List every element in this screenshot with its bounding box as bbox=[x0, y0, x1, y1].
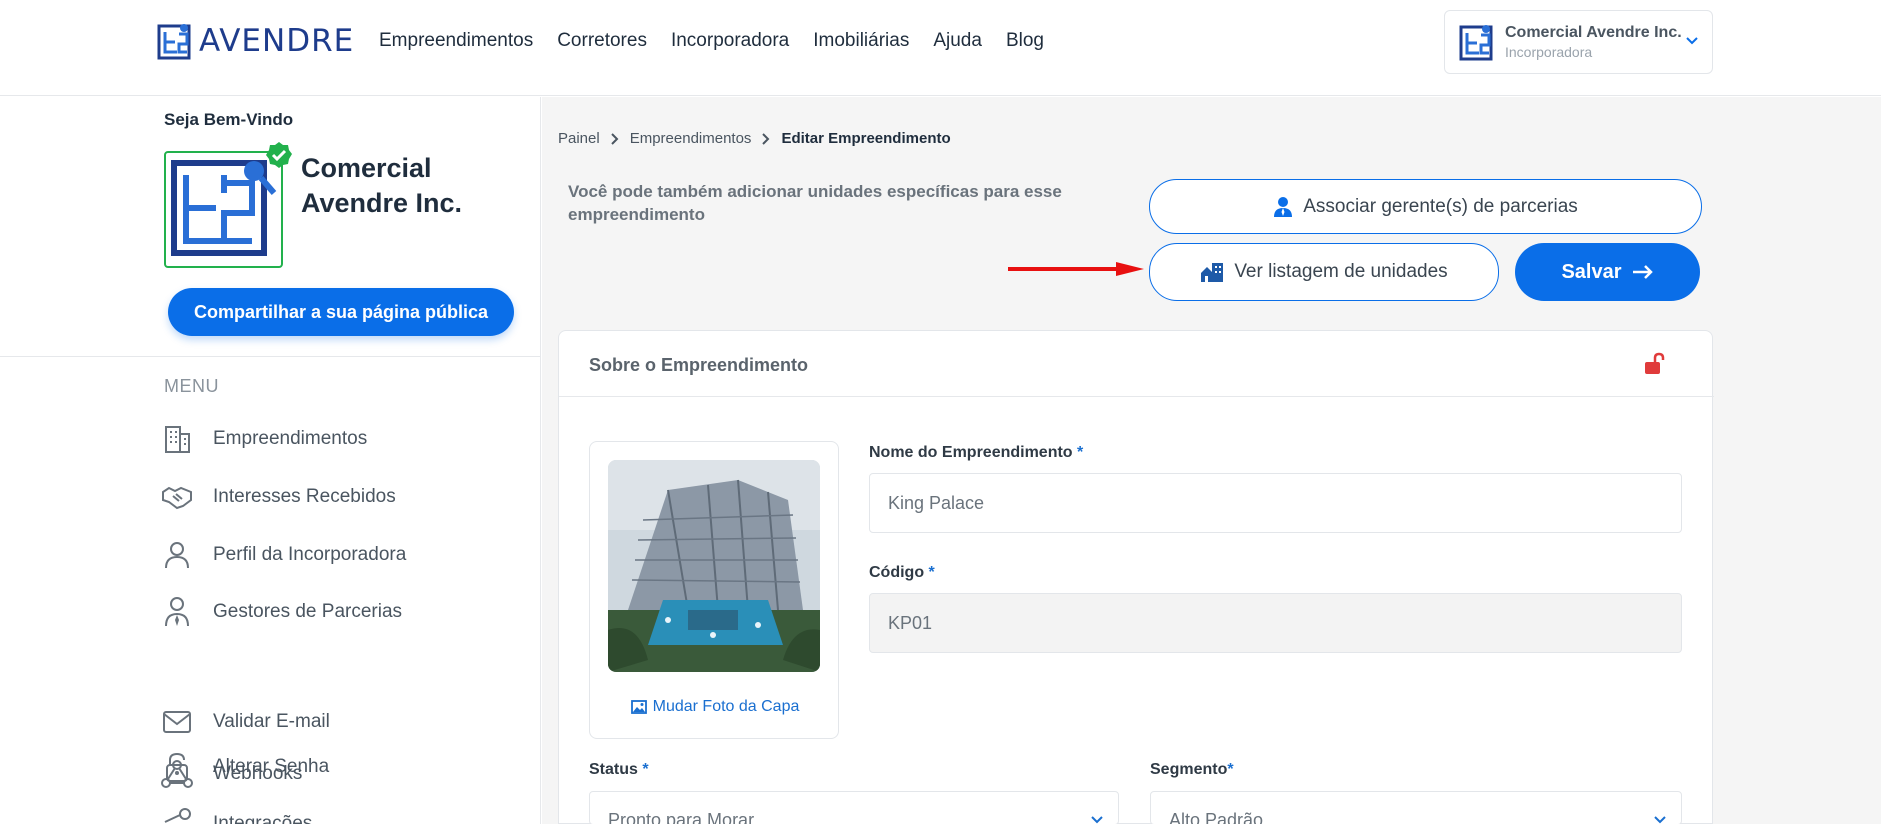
sidebar-item-empreendimentos[interactable]: Empreendimentos bbox=[160, 421, 367, 457]
unlock-icon[interactable] bbox=[1643, 352, 1667, 376]
building-photo-icon bbox=[608, 460, 820, 672]
building-house-icon bbox=[1200, 261, 1224, 283]
sidebar-item-label: Perfil da Incorporadora bbox=[213, 544, 407, 565]
breadcrumb-current: Editar Empreendimento bbox=[781, 130, 951, 147]
change-cover-photo-label: Mudar Foto da Capa bbox=[652, 698, 800, 715]
chevron-down-icon bbox=[1654, 816, 1666, 824]
sidebar-item-label: Validar E-mail bbox=[213, 711, 330, 732]
sidebar-divider bbox=[0, 356, 541, 357]
handshake-icon bbox=[160, 480, 194, 514]
building-icon bbox=[160, 422, 194, 456]
chevron-down-icon[interactable] bbox=[1684, 33, 1700, 49]
card-title: Sobre o Empreendimento bbox=[589, 355, 809, 375]
nav-corretores[interactable]: Corretores bbox=[557, 30, 647, 52]
status-select[interactable]: Pronto para Morar bbox=[589, 791, 1119, 824]
status-label-text: Status bbox=[589, 761, 638, 778]
account-switcher[interactable]: Comercial Avendre Inc. Incorporadora bbox=[1444, 10, 1713, 74]
account-name: Comercial Avendre Inc. bbox=[1505, 24, 1682, 41]
company-avatar-icon bbox=[1459, 25, 1493, 61]
envelope-icon bbox=[160, 705, 194, 739]
company-name: Comercial Avendre Inc. bbox=[301, 153, 463, 218]
account-role: Incorporadora bbox=[1505, 44, 1593, 60]
integration-icon bbox=[160, 806, 194, 824]
menu-title: MENU bbox=[164, 376, 219, 396]
sidebar-item-label: Empreendimentos bbox=[213, 428, 368, 449]
list-units-label: Ver listagem de unidades bbox=[1234, 261, 1448, 282]
segment-value: Alto Padrão bbox=[1169, 810, 1264, 824]
name-label-text: Nome do Empreendimento bbox=[869, 444, 1073, 461]
chevron-right-icon bbox=[762, 132, 770, 145]
sidebar-item-label: Gestores de Parcerias bbox=[213, 601, 403, 622]
segment-select[interactable]: Alto Padrão bbox=[1150, 791, 1682, 824]
webhook-icon bbox=[160, 757, 194, 791]
annotation-arrow-icon bbox=[1008, 262, 1144, 276]
required-mark: * bbox=[642, 761, 649, 778]
nav-blog[interactable]: Blog bbox=[1006, 30, 1044, 52]
arrow-right-icon bbox=[1632, 264, 1654, 280]
chevron-right-icon bbox=[610, 132, 619, 145]
required-mark: * bbox=[1077, 444, 1084, 461]
cover-photo-box: Mudar Foto da Capa bbox=[589, 441, 839, 739]
code-input[interactable]: KP01 bbox=[869, 593, 1682, 653]
code-field-label: Código * bbox=[869, 564, 935, 582]
change-cover-photo-link[interactable]: Mudar Foto da Capa bbox=[590, 698, 840, 716]
nav-empreendimentos[interactable]: Empreendimentos bbox=[379, 30, 533, 52]
sidebar-item-label: Interesses Recebidos bbox=[213, 486, 396, 507]
code-label-text: Código bbox=[869, 564, 925, 581]
chevron-down-icon bbox=[1091, 816, 1103, 824]
breadcrumb-empreendimentos[interactable]: Empreendimentos bbox=[630, 130, 752, 147]
image-icon bbox=[630, 700, 647, 714]
verified-badge-icon bbox=[266, 142, 292, 168]
associate-managers-button[interactable]: Associar gerente(s) de parcerias bbox=[1149, 179, 1702, 234]
segment-field-label: Segmento* bbox=[1150, 761, 1234, 779]
nav-ajuda[interactable]: Ajuda bbox=[933, 30, 982, 52]
breadcrumb: Painel Empreendimentos Editar Empreendim… bbox=[558, 130, 951, 147]
user-icon bbox=[160, 538, 194, 572]
share-public-page-button[interactable]: Compartilhar a sua página pública bbox=[168, 288, 514, 336]
card-header: Sobre o Empreendimento bbox=[559, 331, 1714, 397]
brand-logo[interactable]: AVENDRE bbox=[157, 22, 354, 60]
nav-incorporadora[interactable]: Incorporadora bbox=[671, 30, 789, 52]
company-logo-icon bbox=[171, 160, 277, 256]
sidebar-item-email[interactable]: Validar E-mail bbox=[160, 704, 330, 740]
main-nav: Empreendimentos Corretores Incorporadora… bbox=[379, 30, 1068, 52]
sidebar-item-integracoes[interactable]: Integrações bbox=[160, 806, 312, 824]
status-value: Pronto para Morar bbox=[608, 810, 755, 824]
sidebar-item-label: Webhooks bbox=[213, 763, 303, 784]
segment-label-text: Segmento bbox=[1150, 761, 1228, 778]
user-tie-icon bbox=[1273, 196, 1293, 218]
nav-imobiliarias[interactable]: Imobiliárias bbox=[813, 30, 909, 52]
user-tie-icon bbox=[160, 595, 194, 629]
sidebar-item-label: Integrações bbox=[213, 813, 313, 824]
sidebar-item-webhooks[interactable]: Webhooks bbox=[160, 756, 302, 792]
cover-photo bbox=[608, 460, 820, 672]
sidebar-item-perfil[interactable]: Perfil da Incorporadora bbox=[160, 537, 406, 573]
top-header: AVENDRE Empreendimentos Corretores Incor… bbox=[0, 0, 1881, 96]
avendre-logo-icon bbox=[157, 24, 191, 60]
about-card: Sobre o Empreendimento Mudar Foto da Cap… bbox=[558, 330, 1714, 824]
sidebar-item-interesses[interactable]: Interesses Recebidos bbox=[160, 479, 396, 515]
status-field-label: Status * bbox=[589, 761, 649, 779]
list-units-button[interactable]: Ver listagem de unidades bbox=[1149, 243, 1499, 301]
save-label: Salvar bbox=[1561, 260, 1622, 283]
main-content: Painel Empreendimentos Editar Empreendim… bbox=[542, 97, 1881, 824]
name-input[interactable]: King Palace bbox=[869, 473, 1682, 533]
required-mark: * bbox=[928, 564, 935, 581]
breadcrumb-painel[interactable]: Painel bbox=[558, 130, 600, 147]
brand-name: AVENDRE bbox=[199, 23, 355, 59]
associate-managers-label: Associar gerente(s) de parcerias bbox=[1303, 195, 1578, 217]
welcome-text: Seja Bem-Vindo bbox=[164, 110, 294, 129]
intro-text: Você pode também adicionar unidades espe… bbox=[568, 182, 1062, 224]
save-button[interactable]: Salvar bbox=[1515, 243, 1700, 301]
name-field-label: Nome do Empreendimento * bbox=[869, 444, 1083, 462]
required-mark: * bbox=[1227, 761, 1234, 778]
sidebar-item-gestores[interactable]: Gestores de Parcerias bbox=[160, 594, 402, 630]
